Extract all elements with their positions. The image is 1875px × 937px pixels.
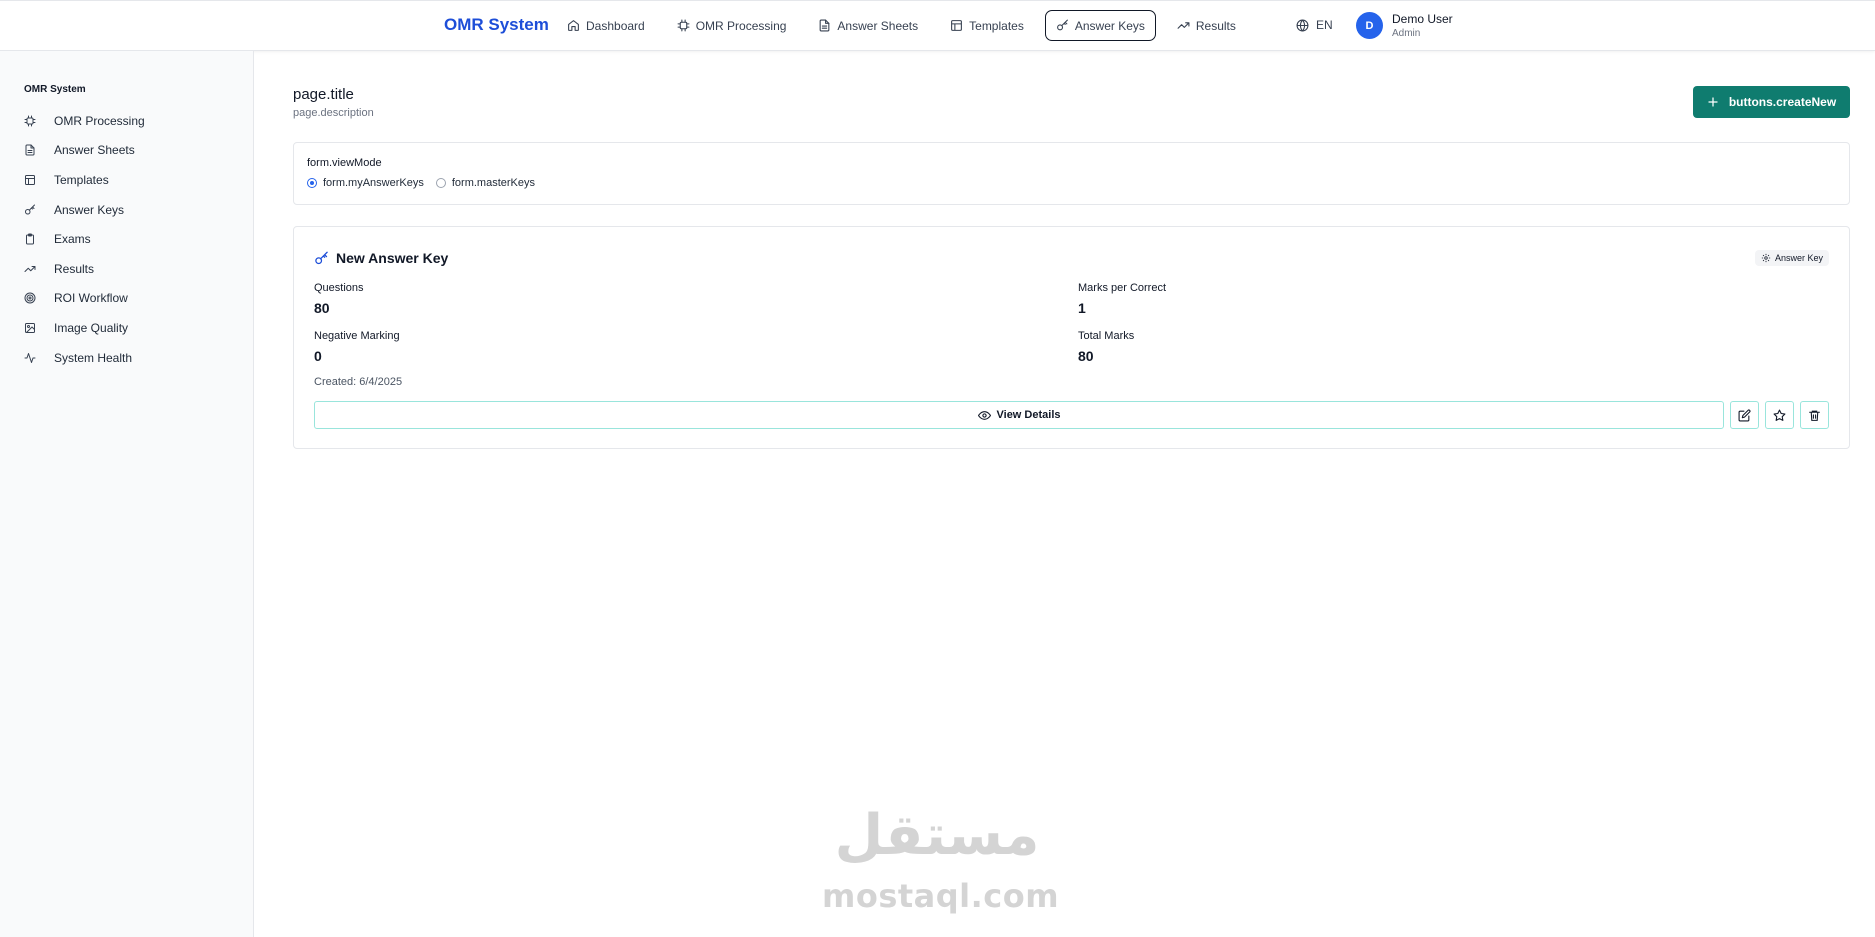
nav-label: Templates [969,18,1024,33]
create-new-label: buttons.createNew [1728,95,1837,109]
cpu-icon [24,115,36,127]
top-navbar: OMR System Dashboard OMR Processing Answ… [0,0,1875,51]
sidebar-item-system-health[interactable]: System Health [24,343,244,373]
marks-per-correct-label: Marks per Correct [1078,282,1167,294]
sidebar-item-templates[interactable]: Templates [24,165,244,195]
view-mode-label: form.viewMode [307,157,382,169]
edit-icon [1738,408,1751,421]
image-icon [25,322,35,333]
cpu-icon [677,19,690,32]
trash-icon [1809,410,1820,421]
key-icon [25,204,35,215]
sidebar-item-label: Answer Keys [54,202,125,217]
radio-my-answer-keys[interactable]: form.myAnswerKeys [307,177,424,189]
language-switcher[interactable]: EN [1296,18,1333,32]
plus-icon [1708,97,1718,107]
language-label: EN [1316,18,1333,32]
sidebar-item-label: Results [54,261,95,276]
nav-answer-keys[interactable]: Answer Keys [1044,10,1156,41]
sidebar-item-label: Exams [54,232,91,247]
delete-button[interactable] [1800,401,1829,429]
type-badge-label: Answer Key [1774,253,1823,263]
created-date: Created: 6/4/2025 [314,376,403,388]
page-description: page.description [293,107,374,119]
clipboard-icon [26,233,34,245]
sidebar-item-omr-processing[interactable]: OMR Processing [24,106,244,136]
create-new-button[interactable]: buttons.createNew [1693,86,1850,118]
radio-button[interactable] [435,178,446,188]
watermark-latin: mostaql.com [822,877,1060,915]
page-title: page.title [293,86,354,103]
view-details-label: View Details [996,409,1061,421]
nav-label: OMR Processing [695,18,787,33]
view-mode-radio-group: form.myAnswerKeys form.masterKeys [307,177,535,189]
radio-button-checked[interactable] [307,178,317,188]
trending-up-icon [24,265,36,272]
user-menu[interactable]: D Demo User Admin [1356,12,1453,39]
sidebar: OMR System OMR Processing Answer Sheets … [0,51,254,937]
user-name: Demo User [1392,12,1453,26]
sidebar-item-exams[interactable]: Exams [24,224,244,254]
gear-icon [1761,253,1771,263]
radio-label: form.myAnswerKeys [323,177,424,189]
negative-marking-label: Negative Marking [314,330,400,342]
avatar: D [1356,12,1383,39]
answer-key-title: New Answer Key [314,250,448,266]
nav-label: Answer Sheets [837,18,919,33]
sidebar-item-label: System Health [54,350,133,365]
sidebar-item-label: Templates [54,172,109,187]
file-text-icon [820,19,830,32]
activity-icon [24,352,36,363]
nav-answer-sheets[interactable]: Answer Sheets [807,10,929,41]
key-icon [1056,19,1068,31]
total-marks-label: Total Marks [1078,330,1135,342]
sidebar-item-label: OMR Processing [54,113,145,128]
brand-logo[interactable]: OMR System [444,15,549,35]
main-nav: Dashboard OMR Processing Answer Sheets T… [556,10,1247,41]
questions-value: 80 [314,300,330,316]
globe-icon [1296,19,1309,31]
layout-icon [951,20,963,31]
sidebar-item-results[interactable]: Results [24,254,244,284]
nav-omr-processing[interactable]: OMR Processing [666,10,798,41]
view-mode-card: form.viewMode form.myAnswerKeys form.mas… [293,142,1850,205]
favorite-button[interactable] [1765,401,1794,429]
nav-templates[interactable]: Templates [939,10,1035,41]
eye-icon [977,410,991,420]
marks-per-correct-value: 1 [1078,300,1086,316]
type-badge: Answer Key [1754,250,1829,266]
sidebar-nav: OMR Processing Answer Sheets Templates A… [24,106,244,372]
trending-up-icon [1177,22,1190,29]
home-icon [568,20,579,31]
nav-label: Results [1195,18,1236,33]
answer-key-card: New Answer Key Answer Key Questions 80 M… [293,226,1850,449]
nav-dashboard[interactable]: Dashboard [556,10,656,41]
sidebar-item-label: Answer Sheets [54,143,135,158]
star-icon [1773,409,1786,421]
sidebar-item-answer-sheets[interactable]: Answer Sheets [24,136,244,166]
nav-results[interactable]: Results [1166,10,1247,41]
radio-master-keys[interactable]: form.masterKeys [435,177,535,189]
sidebar-item-label: ROI Workflow [54,291,128,306]
user-role: Admin [1392,28,1421,39]
key-icon [315,251,328,264]
layout-icon [25,174,35,185]
nav-label: Dashboard [586,18,645,33]
questions-label: Questions [314,282,364,294]
negative-marking-value: 0 [314,348,322,364]
target-icon [24,292,36,304]
sidebar-item-roi-workflow[interactable]: ROI Workflow [24,284,244,314]
sidebar-title: OMR System [24,84,86,95]
edit-button[interactable] [1730,401,1759,429]
nav-label: Answer Keys [1074,18,1145,33]
view-details-button[interactable]: View Details [314,401,1724,429]
sidebar-item-answer-keys[interactable]: Answer Keys [24,195,244,225]
sidebar-item-image-quality[interactable]: Image Quality [24,313,244,343]
sidebar-item-label: Image Quality [54,320,129,335]
watermark-arabic: مستقل [834,803,1040,868]
total-marks-value: 80 [1078,348,1094,364]
radio-label: form.masterKeys [451,177,535,189]
file-text-icon [25,144,35,156]
answer-key-title-text: New Answer Key [336,250,449,266]
